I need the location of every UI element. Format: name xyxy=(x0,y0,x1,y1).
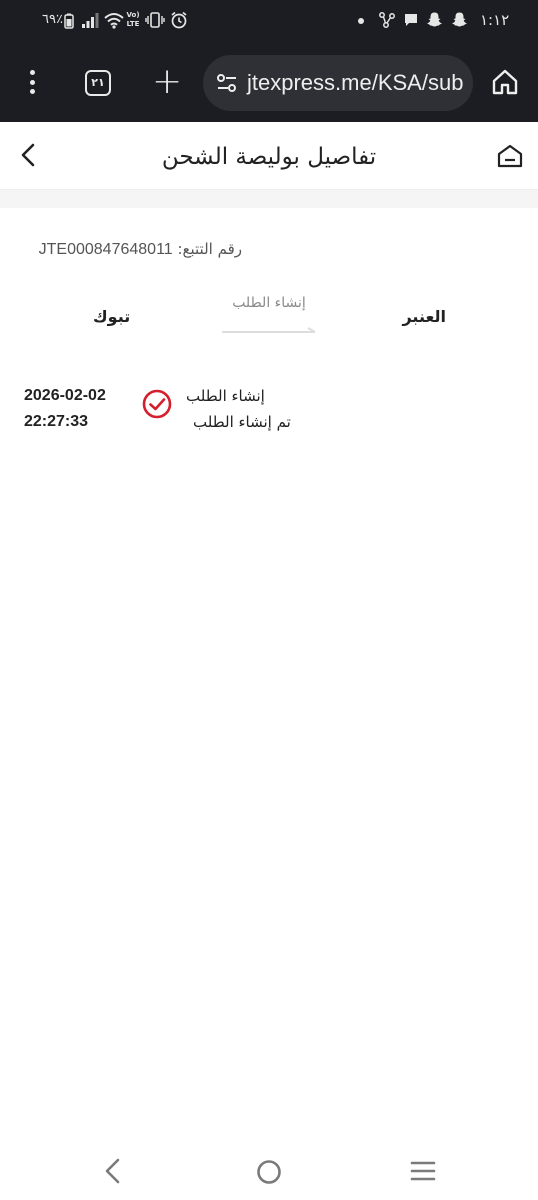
event-time: 22:27:33 xyxy=(24,413,89,430)
volte-indicator: Vo) LTE xyxy=(126,11,140,28)
site-settings-icon[interactable] xyxy=(215,71,239,95)
vibrate-icon xyxy=(145,12,165,28)
chat-icon xyxy=(405,14,417,26)
plus-icon[interactable]: + xyxy=(152,63,182,103)
page-header: تفاصيل بوليصة الشحن xyxy=(0,122,538,190)
share-app-icon xyxy=(379,12,395,28)
tracking-number-row: رقم التتبع: JTE000847648011 xyxy=(39,238,242,261)
url-text[interactable]: jtexpress.me/KSA/sub xyxy=(247,68,463,98)
event-date: 2026-02-02 xyxy=(24,387,106,404)
more-vert-icon[interactable] xyxy=(18,64,46,100)
snapchat-icon-2 xyxy=(452,12,467,27)
wifi-icon xyxy=(104,13,124,29)
nav-recents-icon[interactable] xyxy=(410,1160,436,1182)
system-nav-bar xyxy=(0,1142,538,1200)
tracking-label: رقم التتبع: xyxy=(177,240,242,258)
snapchat-icon xyxy=(427,12,442,27)
browser-toolbar: ٢١ + jtexpress.me/KSA/sub xyxy=(0,42,538,122)
tracking-number: JTE000847648011 xyxy=(38,241,173,258)
check-circle-icon xyxy=(142,389,172,419)
signal-icon xyxy=(82,13,99,28)
alarm-icon xyxy=(171,11,187,29)
page-title: تفاصيل بوليصة الشحن xyxy=(161,144,377,170)
home-icon[interactable] xyxy=(490,67,520,97)
status-bar: ٦٩٪ Vo) LTE ١:١٢ xyxy=(0,0,538,42)
timeline-event: 2026-02-02 22:27:33 إنشاء الطلب تم إنشاء… xyxy=(0,380,538,440)
destination-city: تبوك xyxy=(93,307,131,326)
notification-dot-icon xyxy=(358,18,364,24)
origin-city: العنبر xyxy=(402,307,446,326)
event-title: إنشاء الطلب xyxy=(186,387,265,405)
nav-home-icon[interactable] xyxy=(256,1159,282,1185)
battery-icon xyxy=(64,13,74,29)
tab-switcher-button[interactable]: ٢١ xyxy=(85,70,111,96)
home-outline-icon[interactable] xyxy=(496,142,524,170)
clock: ١:١٢ xyxy=(480,11,510,29)
battery-percent: ٦٩٪ xyxy=(42,12,63,27)
event-description: تم إنشاء الطلب xyxy=(193,413,291,431)
section-divider xyxy=(0,190,538,208)
route-status: إنشاء الطلب xyxy=(232,295,306,311)
route-arrow-icon xyxy=(222,327,316,333)
nav-back-icon[interactable] xyxy=(102,1158,124,1184)
address-bar[interactable]: jtexpress.me/KSA/sub xyxy=(203,55,473,111)
route-summary: العنبر إنشاء الطلب تبوك xyxy=(0,290,538,350)
